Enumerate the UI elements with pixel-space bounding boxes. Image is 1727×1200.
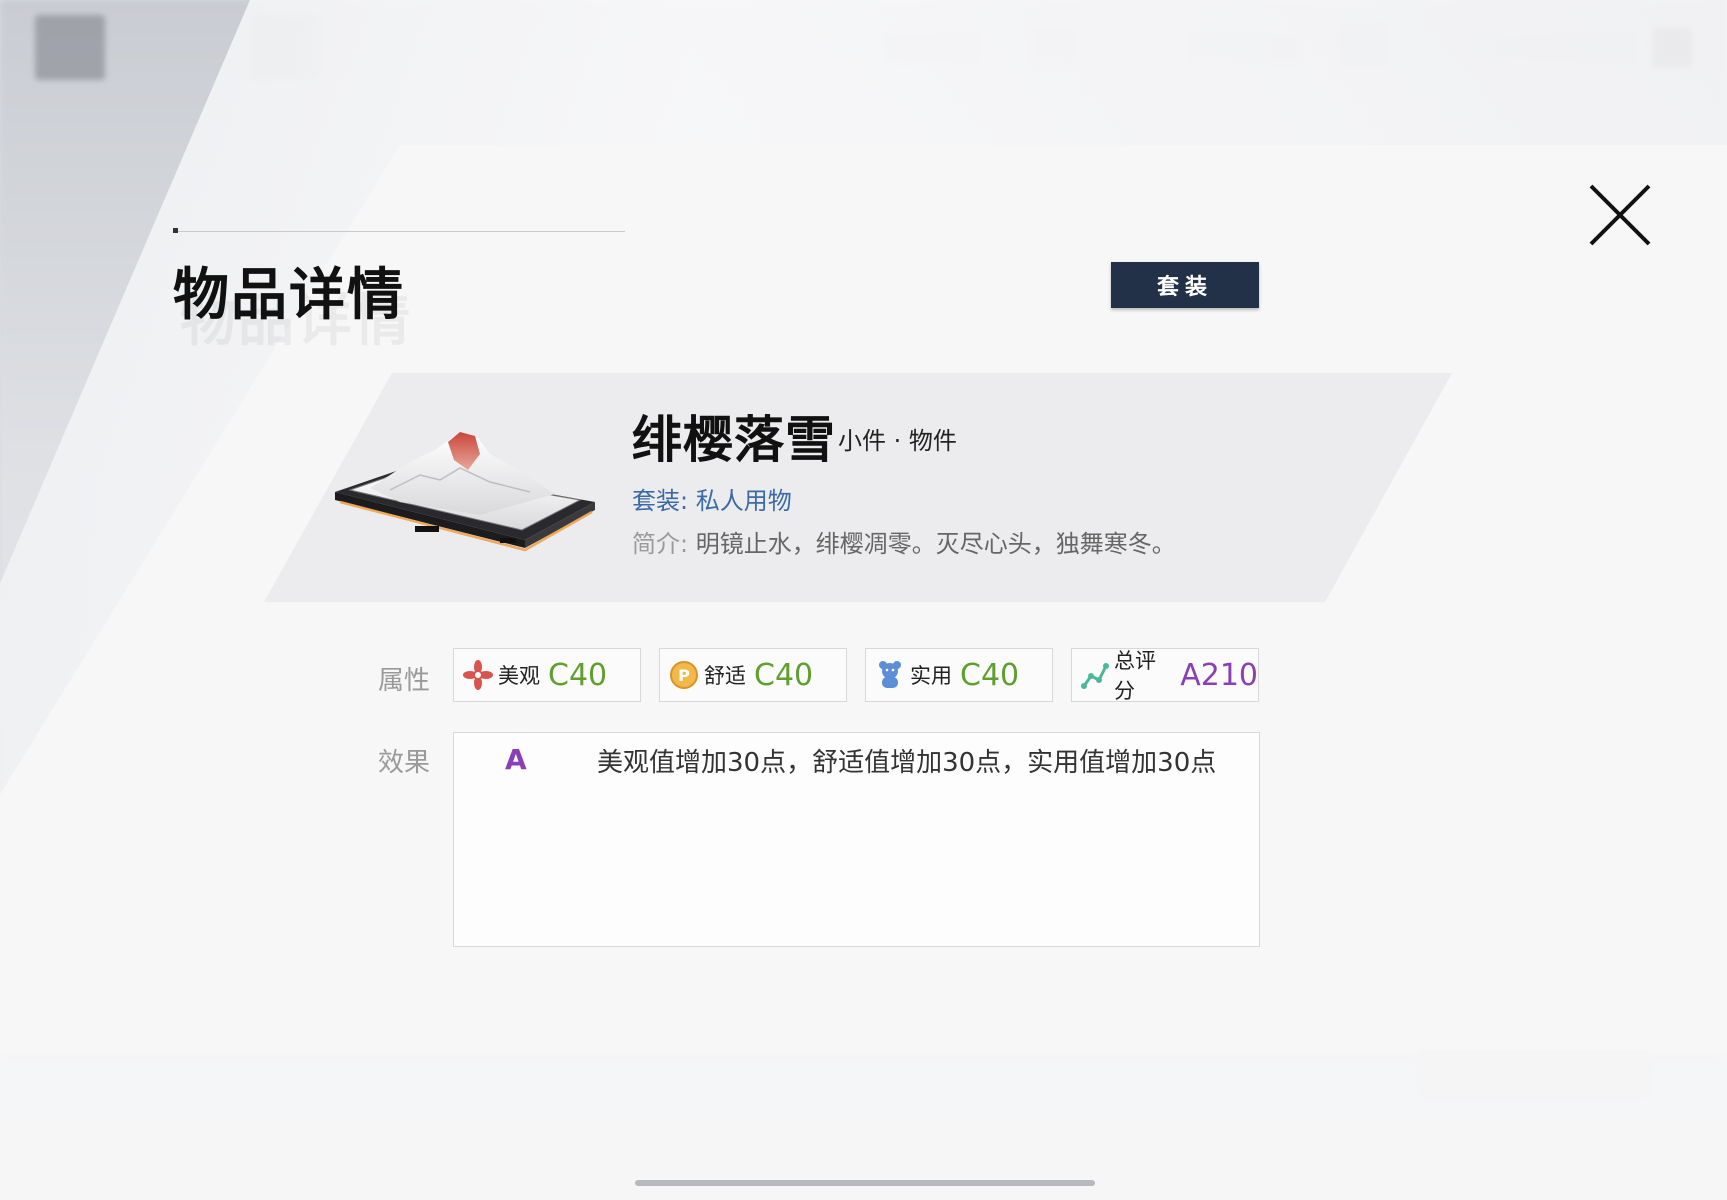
item-set-link[interactable]: 套装: 私人用物 [632, 481, 792, 516]
attribute-name: 舒适 [704, 664, 746, 688]
item-category: 小件 · 物件 [838, 427, 957, 455]
item-name: 绯樱落雪 [632, 411, 836, 469]
home-indicator [635, 1180, 1095, 1186]
description-text: 明镜止水，绯樱凋零。灭尽心头，独舞寒冬。 [695, 530, 1176, 558]
attribute-value: C40 [754, 657, 814, 693]
description-label: 简介: [632, 530, 689, 558]
close-button[interactable] [1585, 180, 1655, 250]
flower-icon [462, 659, 494, 691]
screen: 物品详情 物品详情 套装 绯樱落雪 小件 · 物件 套装: 私人用物 简介: 明… [0, 0, 1727, 1200]
attribute-name: 美观 [498, 664, 540, 688]
attribute-value: C40 [960, 657, 1020, 693]
background-back-button [35, 15, 105, 80]
close-icon [1589, 184, 1651, 246]
title-divider [175, 231, 625, 232]
set-button[interactable]: 套装 [1111, 262, 1259, 308]
attribute-value: A210 [1180, 657, 1258, 693]
attribute-name: 实用 [910, 664, 952, 688]
attribute-total-score: 总评分 A210 [1071, 648, 1259, 703]
attribute-utility: 实用 C40 [865, 648, 1053, 702]
attributes-label: 属性 [378, 666, 431, 696]
attribute-beauty: 美观 C40 [453, 648, 641, 702]
snow-mountain-tray-image [335, 432, 595, 552]
effect-label: 效果 [378, 748, 431, 778]
attribute-comfort: P 舒适 C40 [659, 648, 847, 702]
effect-text: 美观值增加30点，舒适值增加30点，实用值增加30点 [597, 748, 1217, 778]
bear-icon [874, 659, 906, 691]
page-title: 物品详情 [173, 263, 405, 328]
coin-icon: P [668, 659, 700, 691]
effect-grade: A [505, 743, 527, 776]
attribute-name: 总评分 [1114, 649, 1156, 703]
title-marker [173, 228, 178, 233]
attribute-value: C40 [548, 657, 608, 693]
chart-icon [1080, 659, 1110, 691]
item-description: 简介: 明镜止水，绯樱凋零。灭尽心头，独舞寒冬。 [632, 524, 1176, 559]
svg-text:P: P [678, 666, 690, 685]
